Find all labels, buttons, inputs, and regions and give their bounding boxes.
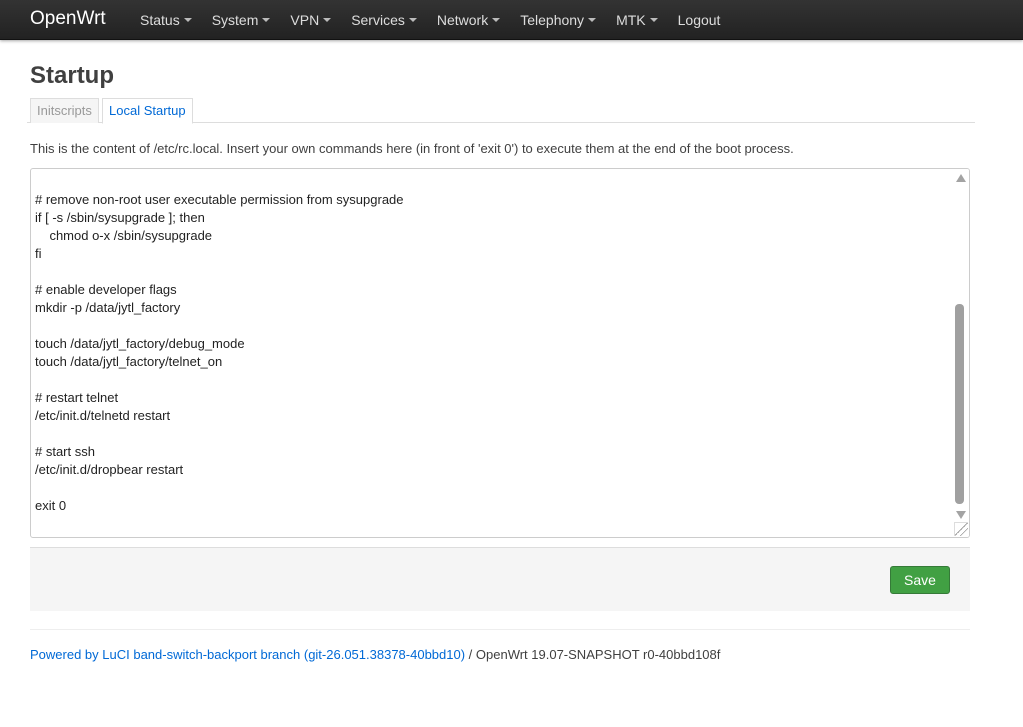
caret-down-icon xyxy=(408,18,417,23)
menu-label: Logout xyxy=(677,12,721,28)
resize-grip-icon[interactable] xyxy=(954,522,968,536)
form-actions: Save xyxy=(30,547,970,611)
scroll-up-arrow-icon[interactable] xyxy=(956,174,966,182)
menu-services[interactable]: Services xyxy=(341,0,427,40)
footer: Powered by LuCI band-switch-backport bra… xyxy=(30,647,720,662)
save-button[interactable]: Save xyxy=(890,566,950,594)
page-title: Startup xyxy=(30,62,114,89)
main-menu: Status System VPN Services Network Telep… xyxy=(130,0,730,40)
menu-status[interactable]: Status xyxy=(130,0,202,40)
textarea-content[interactable]: # remove non-root user executable permis… xyxy=(35,191,404,515)
caret-down-icon xyxy=(183,18,192,23)
scroll-thumb[interactable] xyxy=(955,304,964,504)
luci-link[interactable]: Powered by LuCI band-switch-backport bra… xyxy=(30,647,465,662)
tab-local-startup[interactable]: Local Startup xyxy=(102,98,193,124)
brand-logo[interactable]: OpenWrt xyxy=(30,8,106,30)
section-description: This is the content of /etc/rc.local. In… xyxy=(30,141,794,156)
menu-label: System xyxy=(211,12,259,28)
menu-telephony[interactable]: Telephony xyxy=(510,0,606,40)
menu-label: Status xyxy=(140,12,180,28)
menu-label: Network xyxy=(436,12,489,28)
caret-down-icon xyxy=(588,18,597,23)
caret-down-icon xyxy=(262,18,271,23)
vertical-scrollbar[interactable] xyxy=(952,169,969,537)
firmware-version: OpenWrt 19.07-SNAPSHOT r0-40bbd108f xyxy=(475,647,721,662)
tab-bar: Initscripts Local Startup xyxy=(27,98,975,124)
footer-divider xyxy=(30,629,970,630)
menu-label: VPN xyxy=(290,12,320,28)
menu-label: MTK xyxy=(616,12,646,28)
rc-local-textarea[interactable]: # remove non-root user executable permis… xyxy=(30,168,970,538)
footer-separator: / xyxy=(465,647,476,662)
menu-logout[interactable]: Logout xyxy=(668,0,731,40)
top-navbar: OpenWrt Status System VPN Services Netwo… xyxy=(0,0,1023,40)
menu-network[interactable]: Network xyxy=(427,0,510,40)
tab-initscripts[interactable]: Initscripts xyxy=(30,98,99,123)
menu-vpn[interactable]: VPN xyxy=(280,0,341,40)
caret-down-icon xyxy=(323,18,332,23)
menu-label: Telephony xyxy=(520,12,585,28)
menu-label: Services xyxy=(351,12,405,28)
menu-system[interactable]: System xyxy=(202,0,281,40)
menu-mtk[interactable]: MTK xyxy=(606,0,668,40)
scroll-down-arrow-icon[interactable] xyxy=(956,511,966,519)
caret-down-icon xyxy=(492,18,501,23)
caret-down-icon xyxy=(649,18,658,23)
